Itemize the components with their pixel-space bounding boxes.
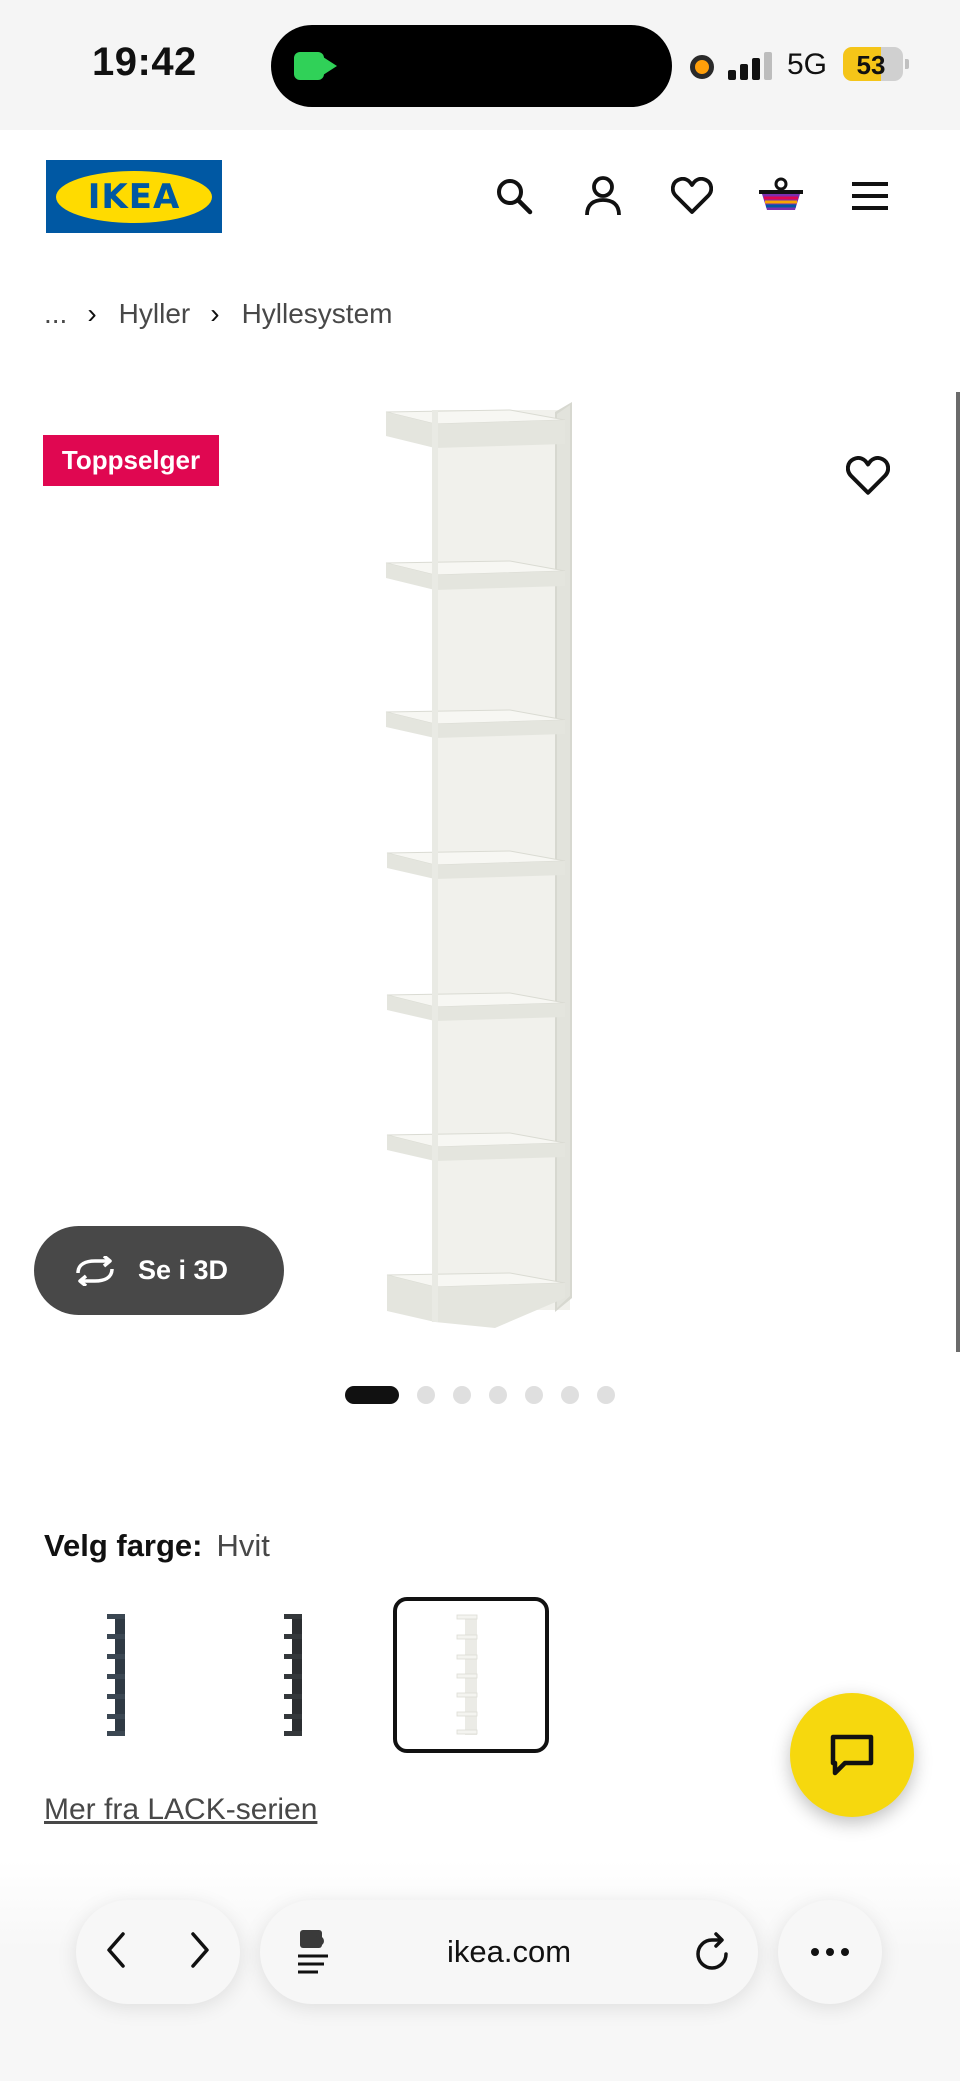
status-bar: 19:42 5G 53 <box>0 0 960 130</box>
wishlist-icon[interactable] <box>668 172 716 220</box>
forward-chevron-icon[interactable] <box>185 1930 213 1975</box>
battery-level: 53 <box>856 50 886 80</box>
gallery-dot-4[interactable] <box>489 1386 507 1404</box>
color-label-key: Velg farge: <box>44 1528 203 1563</box>
signal-icon <box>728 52 774 80</box>
gallery-dot-3[interactable] <box>453 1386 471 1404</box>
product-image-shelf[interactable] <box>360 400 590 1340</box>
breadcrumb-item-hyller[interactable]: Hyller <box>119 298 191 330</box>
view-in-3d-button[interactable]: Se i 3D <box>34 1226 284 1315</box>
gallery-dot-5[interactable] <box>525 1386 543 1404</box>
facetime-icon <box>294 52 337 80</box>
gallery-dot-2[interactable] <box>417 1386 435 1404</box>
search-icon[interactable] <box>490 172 538 220</box>
breadcrumb-item-hyllesystem[interactable]: Hyllesystem <box>242 298 393 330</box>
gallery-pagination <box>345 1386 633 1404</box>
chat-button[interactable] <box>790 1693 914 1817</box>
color-swatch-blue-grey[interactable] <box>43 1597 199 1753</box>
color-selected-value: Hvit <box>216 1528 270 1563</box>
topseller-badge: Toppselger <box>43 435 219 486</box>
gallery-dot-6[interactable] <box>561 1386 579 1404</box>
battery-icon: 53 <box>843 47 909 81</box>
rotate-3d-icon <box>76 1255 114 1286</box>
chevron-right-icon: › <box>87 298 97 329</box>
cart-icon[interactable] <box>757 172 805 220</box>
chevron-right-icon: › <box>210 298 220 329</box>
gallery-dot-7[interactable] <box>597 1386 615 1404</box>
color-swatch-white[interactable] <box>393 1597 549 1753</box>
series-link[interactable]: Mer fra LACK-serien <box>44 1793 317 1827</box>
dynamic-island <box>271 25 672 107</box>
next-image-peek[interactable] <box>956 392 960 1352</box>
account-icon[interactable] <box>579 172 627 220</box>
color-picker-label: Velg farge: Hvit <box>44 1528 270 1564</box>
more-options-button[interactable] <box>778 1900 882 2004</box>
url-text: ikea.com <box>446 1934 572 1969</box>
chat-icon <box>830 1734 874 1776</box>
color-swatch-black-brown[interactable] <box>218 1597 374 1753</box>
back-chevron-icon[interactable] <box>103 1930 131 1975</box>
recording-indicator-icon <box>690 55 714 79</box>
address-bar[interactable]: ikea.com <box>260 1900 758 2004</box>
reload-icon[interactable] <box>692 1930 732 1979</box>
logo-text: IKEA <box>87 176 181 217</box>
gallery-dot-1[interactable] <box>345 1386 399 1404</box>
ikea-logo[interactable]: IKEA <box>46 160 222 233</box>
network-type: 5G <box>787 48 828 81</box>
browser-nav-group <box>76 1900 240 2004</box>
status-time: 19:42 <box>92 40 197 84</box>
breadcrumb-ellipsis[interactable]: ... <box>44 298 67 330</box>
view-in-3d-label: Se i 3D <box>138 1255 229 1285</box>
save-to-list-heart-icon[interactable] <box>845 456 894 500</box>
more-dots-icon <box>811 1948 849 1956</box>
breadcrumb: ... › Hyller › Hyllesystem <box>44 298 392 330</box>
menu-icon[interactable] <box>846 172 894 220</box>
